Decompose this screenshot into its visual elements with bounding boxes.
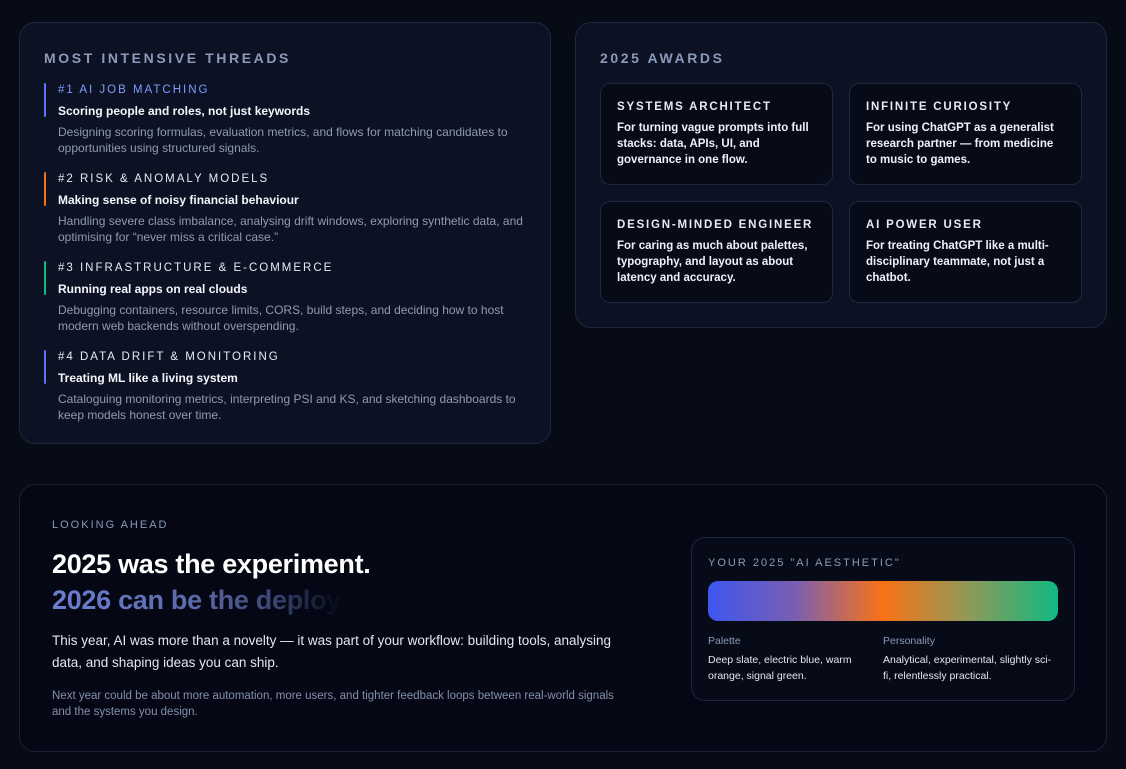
thread-accent-bar: [44, 172, 46, 206]
looking-ahead-note: Next year could be about more automation…: [52, 690, 614, 718]
palette-value: Deep slate, electric blue, warm orange, …: [708, 654, 852, 682]
thread-accent-bar: [44, 83, 46, 117]
thread-description: Cataloguing monitoring metrics, interpre…: [58, 392, 516, 422]
thread-tag: #3 Infrastructure & E-commerce: [58, 262, 334, 274]
award-text: For using ChatGPT as a generalist resear…: [866, 122, 1054, 166]
looking-ahead-headline: 2025 was the experiment.: [52, 549, 371, 579]
aesthetic-details: Palette Deep slate, electric blue, warm …: [708, 635, 1058, 684]
looking-ahead-card: Looking ahead 2025 was the experiment. 2…: [19, 484, 1107, 752]
thread-item: #3 Infrastructure & E-commerce Running r…: [44, 261, 526, 334]
thread-item: #4 Data Drift & Monitoring Treating ML l…: [44, 350, 526, 423]
personality-value: Analytical, experimental, slightly sci-f…: [883, 654, 1052, 682]
looking-ahead-body: This year, AI was more than a novelty — …: [52, 633, 612, 670]
thread-item: #1 AI Job Matching Scoring people and ro…: [44, 83, 526, 156]
thread-description: Designing scoring formulas, evaluation m…: [58, 125, 508, 155]
award-name: Design-Minded Engineer: [617, 219, 814, 231]
looking-ahead-subheadline: 2026 can be the deployment.: [52, 585, 412, 615]
awards-card: 2025 Awards Systems Architect For turnin…: [575, 22, 1107, 328]
threads-title: Most intensive threads: [44, 50, 291, 66]
award-name: AI Power User: [866, 219, 983, 231]
thread-headline: Treating ML like a living system: [58, 371, 238, 385]
palette-gradient-bar: [708, 581, 1058, 621]
thread-accent-bar: [44, 350, 46, 384]
thread-tag: #1 AI Job Matching: [58, 84, 210, 96]
thread-accent-bar: [44, 261, 46, 295]
palette-label: Palette: [708, 635, 741, 647]
personality-label: Personality: [883, 635, 935, 647]
ai-aesthetic-title: Your 2025 "AI Aesthetic": [708, 557, 901, 569]
award-text: For caring as much about palettes, typog…: [617, 240, 808, 284]
award-infinite-curiosity: Infinite Curiosity For using ChatGPT as …: [849, 83, 1082, 185]
thread-tag: #4 Data Drift & Monitoring: [58, 351, 280, 363]
thread-item: #2 Risk & Anomaly Models Making sense of…: [44, 172, 526, 245]
awards-grid: Systems Architect For turning vague prom…: [600, 83, 1082, 303]
thread-description: Handling severe class imbalance, analysi…: [58, 214, 523, 244]
award-design-minded-engineer: Design-Minded Engineer For caring as muc…: [600, 201, 833, 303]
award-ai-power-user: AI Power User For treating ChatGPT like …: [849, 201, 1082, 303]
award-systems-architect: Systems Architect For turning vague prom…: [600, 83, 833, 185]
award-name: Systems Architect: [617, 101, 772, 113]
personality-column: Personality Analytical, experimental, sl…: [883, 635, 1058, 684]
threads-card: Most intensive threads #1 AI Job Matchin…: [19, 22, 551, 444]
thread-tag: #2 Risk & Anomaly Models: [58, 173, 270, 185]
awards-title: 2025 Awards: [600, 50, 725, 66]
thread-headline: Making sense of noisy financial behaviou…: [58, 193, 299, 207]
thread-headline: Scoring people and roles, not just keywo…: [58, 104, 311, 118]
ai-aesthetic-panel: Your 2025 "AI Aesthetic" Palette Deep sl…: [691, 537, 1075, 701]
thread-description: Debugging containers, resource limits, C…: [58, 303, 504, 333]
award-text: For treating ChatGPT like a multi-discip…: [866, 240, 1049, 284]
award-text: For turning vague prompts into full stac…: [617, 122, 809, 166]
palette-column: Palette Deep slate, electric blue, warm …: [708, 635, 883, 684]
award-name: Infinite Curiosity: [866, 101, 1013, 113]
thread-headline: Running real apps on real clouds: [58, 282, 248, 296]
looking-ahead-label: Looking ahead: [52, 519, 169, 531]
